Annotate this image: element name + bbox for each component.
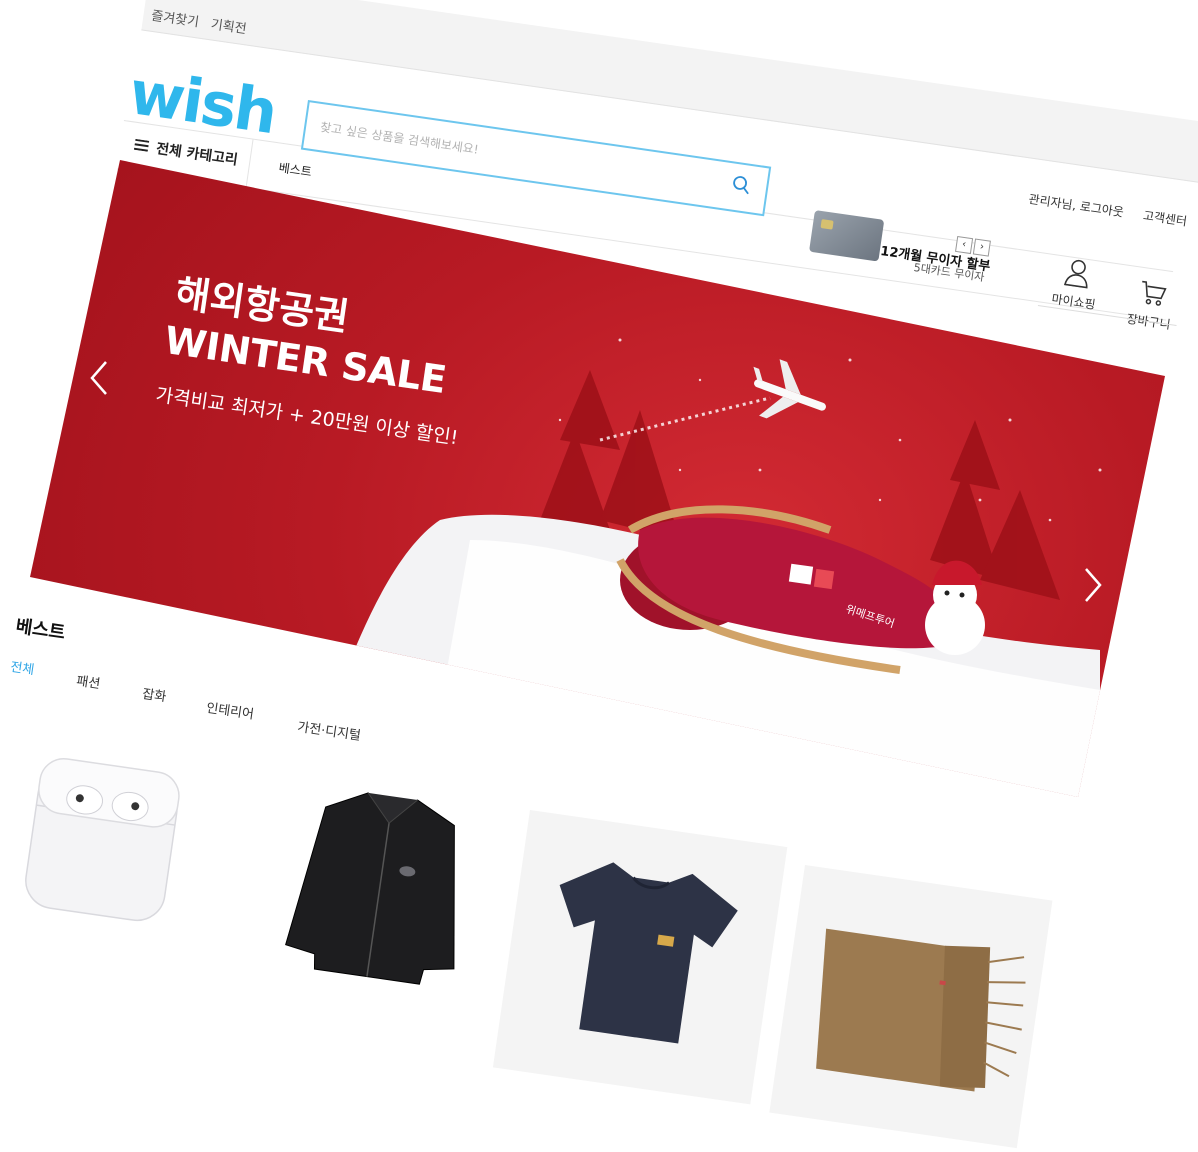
product-airpods[interactable]: [19, 745, 189, 922]
banner-next-arrow-icon[interactable]: [1082, 565, 1104, 609]
bookmark-link[interactable]: 즐겨찾기: [150, 5, 200, 31]
product-jacket[interactable]: [271, 775, 488, 1000]
brown-scarf-image: [816, 928, 1026, 1092]
nav-best-link[interactable]: 베스트: [278, 159, 313, 181]
best-tab-interior[interactable]: 인테리어: [205, 697, 255, 723]
product-scarf[interactable]: [769, 865, 1053, 1149]
page: 즐겨찾기 기획전 wish 전체 카테고리 베스트 찾고 싶은 상품을 검색해보…: [0, 0, 1198, 1149]
customer-center-link[interactable]: 고객센터: [1142, 208, 1188, 228]
all-category-button[interactable]: 전체 카테고리: [133, 135, 239, 170]
search-icon[interactable]: [731, 174, 751, 195]
best-section-title: 베스트: [14, 615, 67, 644]
logout-link[interactable]: 관리자님, 로그아웃: [1028, 192, 1125, 220]
banner-prev-arrow-icon[interactable]: [88, 358, 110, 402]
all-category-label: 전체 카테고리: [155, 140, 239, 169]
navy-tshirt-image: [559, 862, 738, 1044]
card-chip-icon: [820, 219, 834, 230]
search-input[interactable]: 찾고 싶은 상품을 검색해보세요!: [319, 118, 480, 158]
best-tab-fashion[interactable]: 패션: [75, 670, 101, 692]
hamburger-icon: [133, 138, 150, 156]
best-tab-all[interactable]: 전체: [9, 656, 35, 678]
category-divider: [245, 139, 254, 188]
my-shopping-button[interactable]: 마이쇼핑: [1043, 255, 1110, 314]
black-jacket-image: [285, 792, 455, 985]
best-tab-accessories[interactable]: 잡화: [141, 683, 167, 705]
product-tshirt[interactable]: [492, 810, 788, 1105]
airplane-icon: [753, 359, 826, 419]
exhibition-link[interactable]: 기획전: [210, 13, 248, 37]
airpods-image: [25, 758, 180, 922]
best-tab-electronics[interactable]: 가전·디지털: [296, 716, 362, 744]
snowman-illustration: [925, 560, 985, 655]
user-links: 관리자님, 로그아웃 고객센터: [1028, 190, 1189, 230]
